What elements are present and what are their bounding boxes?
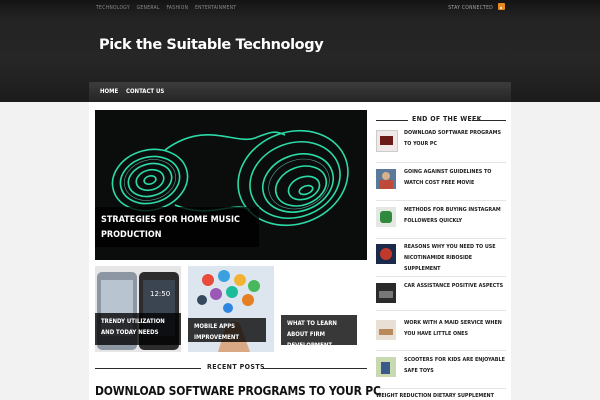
- sidebar-item-title[interactable]: GOING AGAINST GUIDELINES TO WATCH COST F…: [404, 167, 508, 189]
- sidebar-item-title[interactable]: METHODS FOR BUYING INSTAGRAM FOLLOWERS Q…: [404, 205, 508, 227]
- thumbnail-image: [376, 357, 396, 377]
- recent-posts-heading: RECENT POSTS: [207, 363, 265, 371]
- main-nav: HOME CONTACT US: [89, 82, 511, 102]
- sidebar-item-title[interactable]: WORK WITH A MAID SERVICE WHEN YOU HAVE L…: [404, 318, 508, 340]
- nav-contact-us[interactable]: CONTACT US: [126, 88, 164, 95]
- divider: [376, 120, 408, 121]
- sidebar-item[interactable]: DOWNLOAD SOFTWARE PROGRAMS TO YOUR PC: [376, 128, 506, 166]
- divider: [261, 368, 367, 369]
- divider: [472, 120, 506, 121]
- divider: [376, 276, 506, 277]
- thumbnail-image: [376, 207, 396, 227]
- topnav-link-general[interactable]: GENERAL: [137, 5, 160, 11]
- thumb-caption-2[interactable]: MOBILE APPS IMPROVEMENT: [188, 318, 266, 342]
- divider: [376, 162, 506, 163]
- divider: [376, 388, 506, 389]
- sidebar-item[interactable]: CAR ASSISTANCE POSITIVE ASPECTS: [376, 281, 506, 319]
- sidebar-item-title[interactable]: WEIGHT REDUCTION DIETARY SUPPLEMENT THAT…: [376, 391, 506, 400]
- divider: [95, 368, 201, 369]
- sidebar-item-title[interactable]: REASONS WHY YOU NEED TO USE NICOTINAMIDE…: [404, 242, 508, 275]
- thumbnail-image: [376, 320, 396, 340]
- featured-title[interactable]: STRATEGIES FOR HOME MUSIC PRODUCTION: [101, 213, 253, 243]
- top-nav: TECHNOLOGY GENERAL FASHION ENTERTAINMENT: [96, 5, 241, 11]
- site-title[interactable]: Pick the Suitable Technology: [99, 37, 324, 53]
- thumbnail-image: [376, 244, 396, 264]
- stay-connected-label: STAY CONNECTED: [448, 5, 493, 11]
- topnav-link-entertainment[interactable]: ENTERTAINMENT: [195, 5, 236, 11]
- thumb-caption-3[interactable]: WHAT TO LEARN ABOUT FIRM DEVELOPMENT: [281, 315, 357, 349]
- thumbnail-image: [376, 169, 396, 189]
- topnav-link-technology[interactable]: TECHNOLOGY: [96, 5, 130, 11]
- recent-post-title[interactable]: DOWNLOAD SOFTWARE PROGRAMS TO YOUR PC: [95, 384, 381, 398]
- sidebar-item-title[interactable]: DOWNLOAD SOFTWARE PROGRAMS TO YOUR PC: [404, 128, 508, 150]
- divider: [376, 200, 506, 201]
- sidebar-heading: END OF THE WEEK: [412, 115, 482, 123]
- thumbnail-image: [376, 130, 398, 152]
- divider: [376, 350, 506, 351]
- svg-text:12:50: 12:50: [150, 290, 170, 298]
- topnav-link-fashion[interactable]: FASHION: [166, 5, 188, 11]
- divider: [376, 310, 506, 311]
- sidebar-item[interactable]: REASONS WHY YOU NEED TO USE NICOTINAMIDE…: [376, 242, 506, 280]
- rss-icon[interactable]: [498, 3, 505, 10]
- sidebar-item[interactable]: WEIGHT REDUCTION DIETARY SUPPLEMENT THAT…: [376, 391, 506, 400]
- divider: [376, 238, 506, 239]
- thumbnail-image: [376, 283, 396, 303]
- thumb-caption-1[interactable]: TRENDY UTILIZATION AND TODAY NEEDS: [95, 313, 181, 345]
- nav-home[interactable]: HOME: [100, 88, 118, 95]
- sidebar-item-title[interactable]: SCOOTERS FOR KIDS ARE ENJOYABLE SAFE TOY…: [404, 355, 508, 377]
- sidebar-item-title[interactable]: CAR ASSISTANCE POSITIVE ASPECTS: [404, 281, 508, 292]
